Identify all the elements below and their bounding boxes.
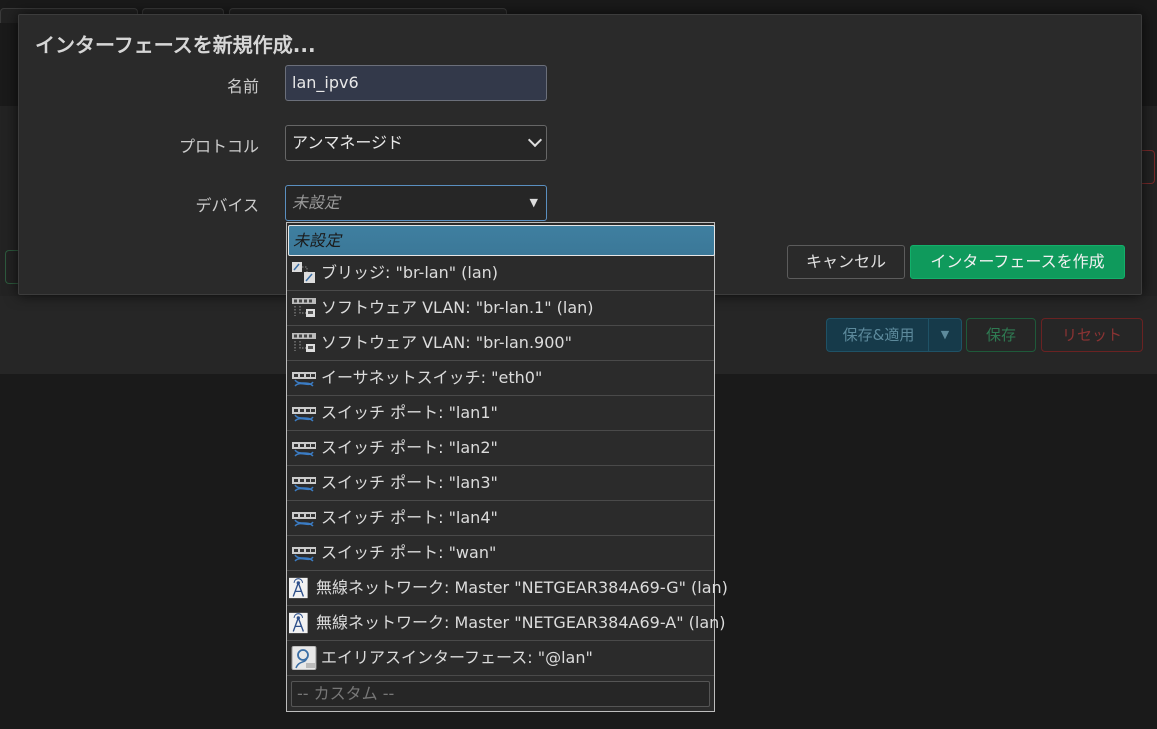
- wifi-icon: [289, 577, 308, 599]
- bridge-icon: [292, 262, 315, 283]
- device-option-bridge[interactable]: ブリッジ: "br-lan" (lan): [287, 256, 714, 291]
- caret-down-icon: ▼: [529, 196, 538, 209]
- option-label: ブリッジ: "br-lan" (lan): [321, 263, 499, 282]
- ethernet-icon: [292, 512, 316, 527]
- option-label: スイッチ ポート: "wan": [321, 543, 497, 562]
- option-label: イーサネットスイッチ: "eth0": [321, 368, 543, 387]
- ethernet-icon: [292, 372, 316, 387]
- device-option-ethernet-switch-eth0[interactable]: イーサネットスイッチ: "eth0": [287, 361, 714, 396]
- device-label: デバイス: [195, 196, 259, 215]
- option-label: エイリアスインターフェース: "@lan": [321, 648, 593, 667]
- option-label: スイッチ ポート: "lan2": [321, 438, 498, 457]
- alias-icon: [291, 646, 317, 670]
- save-apply-dropdown-button[interactable]: ▼: [928, 318, 962, 352]
- option-label: ソフトウェア VLAN: "br-lan.900": [321, 333, 572, 352]
- option-label: スイッチ ポート: "lan1": [321, 403, 498, 422]
- device-option-switch-port-lan4[interactable]: スイッチ ポート: "lan4": [287, 501, 714, 536]
- device-option-switch-port-lan3[interactable]: スイッチ ポート: "lan3": [287, 466, 714, 501]
- protocol-select[interactable]: アンマネージド: [285, 125, 547, 161]
- device-select[interactable]: 未設定 ▼: [285, 185, 547, 221]
- device-option-alias-lan[interactable]: エイリアスインターフェース: "@lan": [287, 641, 714, 676]
- device-option-wifi-netgear-g[interactable]: 無線ネットワーク: Master "NETGEAR384A69-G" (lan): [287, 571, 728, 606]
- create-interface-button[interactable]: インターフェースを作成: [910, 245, 1125, 279]
- option-label: 無線ネットワーク: Master "NETGEAR384A69-G" (lan): [316, 578, 728, 597]
- ethernet-icon: [292, 442, 316, 457]
- background-tabs: [0, 0, 1157, 23]
- protocol-value: アンマネージド: [292, 133, 404, 152]
- option-label: スイッチ ポート: "lan4": [321, 508, 498, 527]
- device-option-vlan-br-lan-1[interactable]: ソフトウェア VLAN: "br-lan.1" (lan): [287, 291, 714, 326]
- chevron-down-icon: [527, 132, 543, 148]
- dialog-title: インターフェースを新規作成...: [35, 33, 316, 57]
- custom-device-input[interactable]: -- カスタム --: [291, 681, 710, 707]
- ethernet-icon: [292, 407, 316, 422]
- ethernet-icon: [292, 547, 316, 562]
- device-dropdown-list: 未設定 ブリッジ: "br-lan" (lan) ソフトウェア VLAN: "b…: [286, 222, 728, 712]
- device-value: 未設定: [292, 193, 341, 212]
- device-option-vlan-br-lan-900[interactable]: ソフトウェア VLAN: "br-lan.900": [287, 326, 714, 361]
- ethernet-icon: [292, 477, 316, 492]
- device-option-switch-port-lan1[interactable]: スイッチ ポート: "lan1": [287, 396, 714, 431]
- vlan-icon: [292, 298, 316, 317]
- save-apply-button[interactable]: 保存&適用: [826, 318, 930, 352]
- device-option-unset[interactable]: 未設定: [288, 225, 715, 256]
- protocol-label: プロトコル: [178, 137, 259, 156]
- wifi-icon: [289, 612, 308, 634]
- save-button[interactable]: 保存: [966, 318, 1036, 352]
- option-label: ソフトウェア VLAN: "br-lan.1" (lan): [321, 298, 594, 317]
- name-label: 名前: [226, 77, 259, 96]
- option-label: スイッチ ポート: "lan3": [321, 473, 498, 492]
- name-input[interactable]: lan_ipv6: [285, 65, 547, 101]
- cancel-button[interactable]: キャンセル: [787, 245, 905, 279]
- device-option-wifi-netgear-a[interactable]: 無線ネットワーク: Master "NETGEAR384A69-A" (lan): [287, 606, 726, 641]
- caret-down-icon: ▼: [940, 328, 950, 341]
- vlan-icon: [292, 333, 316, 352]
- option-label: 無線ネットワーク: Master "NETGEAR384A69-A" (lan): [316, 613, 726, 632]
- background-button-edge: [5, 250, 18, 284]
- option-label: 未設定: [293, 231, 342, 250]
- device-option-switch-port-wan[interactable]: スイッチ ポート: "wan": [287, 536, 714, 571]
- reset-button[interactable]: リセット: [1041, 318, 1143, 352]
- background-delete-button-edge: [1142, 150, 1155, 184]
- device-option-switch-port-lan2[interactable]: スイッチ ポート: "lan2": [287, 431, 714, 466]
